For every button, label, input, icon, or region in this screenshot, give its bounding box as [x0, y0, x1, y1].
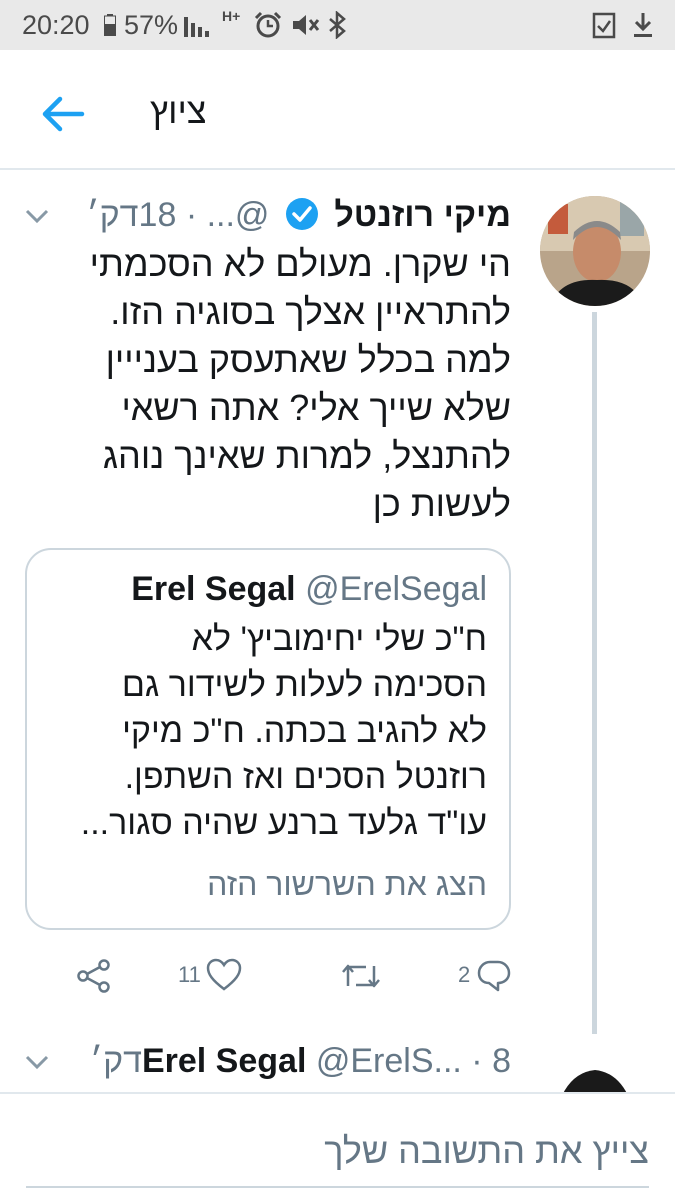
chevron-down-icon[interactable]: [24, 208, 50, 224]
avatar-image: [540, 196, 650, 306]
tweet-header: מיקי רוזנטל @... · 18דק׳: [87, 196, 511, 235]
reply-count: 2: [458, 962, 471, 987]
reply-input[interactable]: צייץ את התשובה שלך: [324, 1130, 649, 1172]
quote-text: ח"כ שלי יחימוביץ' לא הסכימה לעלות לשידור…: [47, 616, 487, 846]
thread-connector-line: [592, 312, 597, 1034]
author-handle: @...: [206, 196, 270, 234]
status-bar: 20:20 57% H+: [0, 0, 675, 50]
next-tweet-header: Erel Segal @ErelS... · 8דק׳: [90, 1042, 511, 1081]
show-thread-link[interactable]: הצג את השרשור הזה: [207, 866, 487, 903]
tweet-text-line: הי שקרן. מעולם לא הסכמתי: [89, 243, 511, 284]
quote-header: Erel Segal @ErelSegal: [131, 570, 487, 609]
quote-text-line: הסכימה לעלות לשידור גם: [121, 666, 487, 704]
like-count: 11: [178, 962, 201, 987]
dot-separator: ·: [471, 1042, 483, 1080]
author-name[interactable]: מיקי רוזנטל: [334, 196, 511, 234]
author-handle: @ErelS...: [315, 1042, 462, 1080]
task-icon: [592, 12, 616, 39]
quote-text-line: רוזנטל הסכים ואז השתפן.: [124, 758, 487, 796]
author-name[interactable]: Erel Segal: [142, 1042, 306, 1080]
network-type: H+: [222, 8, 241, 24]
page-title: ציוץ: [150, 90, 207, 131]
quote-text-line: עו"ד גלעד ברנע שהיה סגור...: [80, 804, 487, 842]
reply-icon: [477, 960, 511, 992]
tweet-text-line: לעשות כן: [372, 483, 511, 524]
tweet-text-line: שלא שייך אלי? אתה רשאי: [121, 387, 511, 428]
dot-separator: ·: [185, 196, 198, 234]
mute-icon: [293, 15, 320, 35]
verified-badge-icon: [285, 198, 318, 230]
reply-composer: צייץ את התשובה שלך: [0, 1092, 675, 1202]
download-icon: [634, 13, 652, 37]
tweet-text: הי שקרן. מעולם לא הסכמתי להתראיין אצלך ב…: [31, 240, 511, 528]
status-time: 20:20: [22, 10, 90, 40]
bluetooth-icon: [329, 11, 346, 39]
reply-input-underline: [26, 1186, 649, 1188]
signal-icon: [184, 17, 209, 37]
top-app-bar: ציוץ: [0, 50, 675, 170]
battery-icon: [104, 14, 116, 36]
quote-author-handle: @ErelSegal: [305, 570, 487, 608]
quote-text-line: לא להגיב בכתה. ח"כ מיקי: [122, 712, 487, 750]
chevron-down-icon[interactable]: [24, 1054, 50, 1070]
tweet-time: 18דק׳: [86, 196, 177, 234]
retweet-icon[interactable]: [340, 958, 382, 994]
heart-icon: [206, 958, 242, 991]
arrow-left-icon[interactable]: [38, 94, 88, 134]
tweet-text-line: להתנצל, למרות שאינך נוהג: [102, 435, 511, 476]
avatar[interactable]: [540, 196, 650, 306]
quote-author-name: Erel Segal: [131, 570, 296, 608]
alarm-icon: [254, 11, 282, 38]
reply-button[interactable]: 2: [458, 958, 518, 994]
tweet-text-line: להתראיין אצלך בסוגיה הזו.: [110, 291, 511, 332]
tweet-text-line: למה בכלל שאתעסק בענייין: [105, 339, 511, 380]
battery-percent: 57%: [124, 10, 179, 40]
like-button[interactable]: 11: [178, 958, 248, 994]
share-icon[interactable]: [76, 958, 112, 994]
quote-text-line: ח"כ שלי יחימוביץ' לא: [191, 620, 487, 658]
quoted-tweet-card[interactable]: Erel Segal @ErelSegal ח"כ שלי יחימוביץ' …: [25, 548, 511, 930]
